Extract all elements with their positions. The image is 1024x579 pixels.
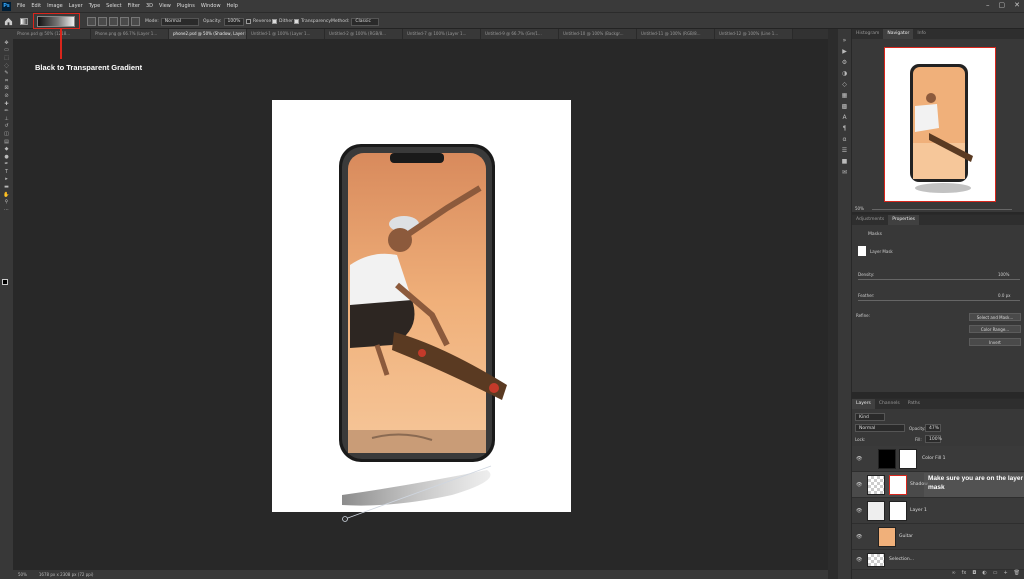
- layer-filter-kind[interactable]: Kind: [855, 413, 885, 421]
- libraries-icon[interactable]: ▦: [838, 90, 851, 101]
- lock-label: Lock:: [855, 437, 866, 442]
- gradient-highlight-line: [60, 29, 62, 59]
- navigator-thumbnail[interactable]: [884, 47, 996, 202]
- layer-thumbnail: [867, 553, 885, 567]
- density-slider[interactable]: [858, 279, 1020, 280]
- panel-icon-strip: » ▶ ⚙ ◑ ◇ ▦ ▩ A ¶ α ☰ ■ ✉: [838, 29, 851, 579]
- delete-layer-icon[interactable]: 🗑: [1014, 570, 1020, 579]
- glyphs-icon[interactable]: α: [838, 134, 851, 145]
- collapse-icon[interactable]: »: [838, 35, 851, 46]
- layer-thumbnail: [878, 527, 896, 547]
- tab-histogram[interactable]: Histogram: [852, 29, 883, 39]
- play-icon[interactable]: ▶: [838, 46, 851, 57]
- layer-mask-label: Layer Mask: [870, 249, 893, 254]
- tab-info[interactable]: Info: [913, 29, 930, 39]
- paths-icon[interactable]: ◇: [838, 79, 851, 90]
- select-and-mask-button[interactable]: Select and Mask...: [969, 313, 1021, 321]
- tab-navigator[interactable]: Navigator: [883, 29, 914, 39]
- document-size: 1678 px x 2308 px (72 ppi): [38, 572, 94, 577]
- layer-name: Selection...: [889, 557, 915, 562]
- visibility-eye-icon[interactable]: 👁: [856, 456, 862, 462]
- visibility-eye-icon[interactable]: 👁: [856, 508, 862, 514]
- refine-label: Refine:: [856, 313, 870, 318]
- new-layer-icon[interactable]: +: [1003, 570, 1007, 579]
- add-mask-icon[interactable]: ◘: [972, 570, 976, 579]
- fx-icon[interactable]: fx: [962, 570, 967, 579]
- layer-thumbnail: [867, 501, 885, 521]
- layer-name: Layer 1: [910, 508, 927, 513]
- tab-adjustments[interactable]: Adjustments: [852, 215, 888, 225]
- navigator-zoom-slider[interactable]: [872, 209, 1012, 210]
- new-group-icon[interactable]: ▭: [993, 570, 998, 579]
- layers-footer: ∞ fx ◘ ◐ ▭ + 🗑: [852, 570, 1024, 579]
- mask-thumbnail: [858, 246, 866, 256]
- layer-name: Guitar: [899, 534, 913, 539]
- layer-row-color-fill[interactable]: 👁 Color Fill 1: [852, 446, 1024, 472]
- status-bar: 50% 1678 px x 2308 px (72 ppi): [0, 570, 828, 579]
- layer-row-layer1[interactable]: 👁 Layer 1: [852, 498, 1024, 524]
- layer-name: Color Fill 1: [922, 456, 946, 461]
- layer-blend-mode[interactable]: Normal: [855, 424, 905, 432]
- tab-layers[interactable]: Layers: [852, 399, 875, 409]
- layer-row-selection[interactable]: 👁 Selection...: [852, 550, 1024, 570]
- brush-settings-icon[interactable]: ⚙: [838, 57, 851, 68]
- tab-paths[interactable]: Paths: [904, 399, 924, 409]
- layer-mask-annotation: Make sure you are on the layer mask: [928, 475, 1024, 491]
- properties-panel: Adjustments Properties Masks Layer Mask …: [852, 214, 1024, 392]
- invert-button[interactable]: Invert: [969, 338, 1021, 346]
- density-label: Density:: [858, 272, 875, 277]
- visibility-eye-icon[interactable]: 👁: [856, 534, 862, 540]
- adjust-icon[interactable]: ◑: [838, 68, 851, 79]
- visibility-eye-icon[interactable]: 👁: [856, 482, 862, 488]
- adjustment-layer-icon[interactable]: ◐: [982, 570, 986, 579]
- layer-mask-thumbnail: [899, 449, 917, 469]
- layer-mask-thumbnail[interactable]: [889, 475, 907, 495]
- density-value[interactable]: 100%: [998, 272, 1009, 277]
- zoom-level[interactable]: 50%: [18, 572, 27, 577]
- paragraph-icon[interactable]: ¶: [838, 123, 851, 134]
- visibility-eye-icon[interactable]: 👁: [856, 557, 862, 563]
- feather-label: Feather:: [858, 293, 875, 298]
- fill-field[interactable]: 100%: [925, 435, 942, 443]
- link-layers-icon[interactable]: ∞: [951, 570, 955, 579]
- feather-slider[interactable]: [858, 300, 1020, 301]
- notes-icon[interactable]: ✉: [838, 167, 851, 178]
- tab-channels[interactable]: Channels: [875, 399, 904, 409]
- layer-thumbnail: [878, 449, 896, 469]
- gradient-annotation: Black to Transparent Gradient: [35, 63, 143, 72]
- color-range-button[interactable]: Color Range...: [969, 325, 1021, 333]
- 3d-icon[interactable]: ■: [838, 156, 851, 167]
- layer-mask-thumbnail: [889, 501, 907, 521]
- feather-value[interactable]: 0.0 px: [998, 293, 1011, 298]
- tab-properties[interactable]: Properties: [888, 215, 919, 225]
- character-icon[interactable]: A: [838, 112, 851, 123]
- layer-thumbnail: [867, 475, 885, 495]
- masks-header: Masks: [868, 232, 882, 237]
- styles-icon[interactable]: ☰: [838, 145, 851, 156]
- swatches-icon[interactable]: ▩: [838, 101, 851, 112]
- panel-divider: [828, 29, 838, 579]
- navigator-zoom[interactable]: 50%: [855, 206, 864, 211]
- layer-opacity-field[interactable]: 47%: [925, 424, 941, 432]
- layer-row-guitar[interactable]: 👁 Guitar: [852, 524, 1024, 550]
- gradient-highlight-box: [33, 13, 80, 29]
- layer-opacity-label: Opacity:: [909, 426, 926, 431]
- fill-label: Fill:: [915, 437, 922, 442]
